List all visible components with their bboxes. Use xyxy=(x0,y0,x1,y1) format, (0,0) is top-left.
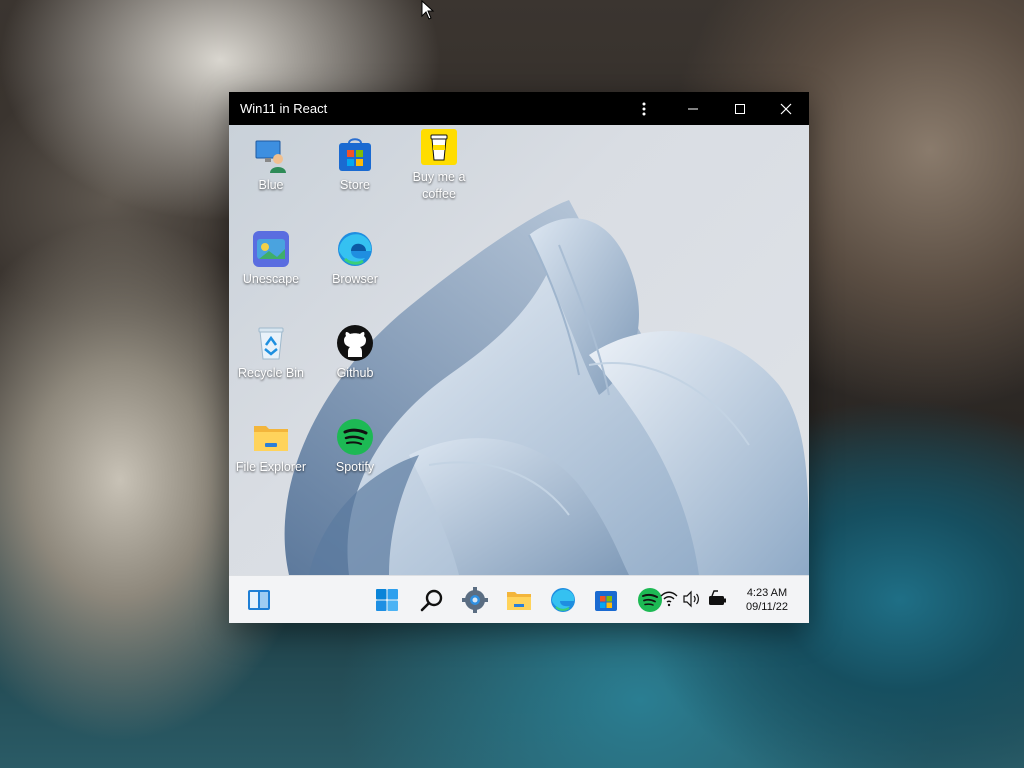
blue-user-icon xyxy=(255,140,286,173)
app-window: Win11 in React Blue Unescape Recycle Bin… xyxy=(229,92,809,623)
desktop-icon-label: Recycle Bin xyxy=(238,366,304,380)
maximize-icon xyxy=(735,103,745,114)
edge-browser-icon xyxy=(338,232,372,266)
coffee-icon xyxy=(421,129,457,165)
settings-icon xyxy=(462,587,488,613)
desktop-icon-spotify[interactable]: Spotify xyxy=(315,417,395,476)
wifi-icon xyxy=(660,591,678,607)
store-button[interactable] xyxy=(592,586,620,614)
store-icon xyxy=(595,591,617,611)
folder-icon xyxy=(254,426,288,451)
wifi-button[interactable] xyxy=(659,588,679,610)
settings-button[interactable] xyxy=(461,586,489,614)
volume-icon xyxy=(683,590,699,608)
taskbar-clock[interactable]: 4:23 AM 09/11/22 xyxy=(733,586,801,614)
start-icon xyxy=(376,589,398,611)
desktop-area[interactable]: Blue Unescape Recycle Bin File Explorer … xyxy=(229,125,809,575)
search-icon xyxy=(420,589,443,612)
kebab-menu-icon xyxy=(642,102,646,115)
store-icon xyxy=(339,138,371,171)
widgets-icon xyxy=(248,590,270,610)
desktop-icon-recycle-bin[interactable]: Recycle Bin xyxy=(231,323,311,382)
desktop-icon-label: Github xyxy=(336,366,374,380)
more-options-button[interactable] xyxy=(624,92,664,125)
desktop-icon-browser[interactable]: Browser xyxy=(315,229,395,288)
battery-button[interactable] xyxy=(706,588,728,610)
desktop-icon-label: Browser xyxy=(332,272,378,286)
window-titlebar[interactable]: Win11 in React xyxy=(229,92,809,125)
clock-date: 09/11/22 xyxy=(745,601,788,613)
taskbar: 4:23 AM 09/11/22 xyxy=(229,575,809,623)
desktop-icon-unescape[interactable]: Unescape xyxy=(231,229,311,288)
widgets-button[interactable] xyxy=(245,586,273,614)
close-button[interactable] xyxy=(766,92,806,125)
spotify-icon xyxy=(337,419,373,455)
desktop-icon-store[interactable]: Store xyxy=(315,135,395,194)
mouse-cursor-icon xyxy=(421,0,435,20)
file-explorer-button[interactable] xyxy=(505,586,533,614)
file-explorer-icon xyxy=(507,592,531,610)
desktop-icon-label: Spotify xyxy=(335,460,375,474)
clock-time: 4:23 AM xyxy=(746,587,788,599)
desktop-icon-label: File Explorer xyxy=(235,460,307,474)
minimize-icon xyxy=(688,108,698,109)
desktop-icon-blue[interactable]: Blue xyxy=(231,135,311,194)
desktop-icon-label: Store xyxy=(340,178,370,192)
recycle-bin-icon xyxy=(258,327,284,360)
battery-icon xyxy=(709,590,726,605)
start-button[interactable] xyxy=(373,586,401,614)
volume-button[interactable] xyxy=(682,588,702,610)
maximize-button[interactable] xyxy=(720,92,760,125)
github-icon xyxy=(337,325,373,361)
desktop-icon-buy-me-a-coffee[interactable]: Buy me a coffee xyxy=(399,127,479,203)
desktop-icon-github[interactable]: Github xyxy=(315,323,395,382)
edge-icon xyxy=(551,588,575,612)
desktop-icon-label: Buy me a coffee xyxy=(412,170,466,201)
close-icon xyxy=(780,103,792,114)
search-button[interactable] xyxy=(418,586,446,614)
desktop-icon-file-explorer[interactable]: File Explorer xyxy=(231,417,311,476)
desktop-icon-label: Unescape xyxy=(242,272,300,286)
window-title: Win11 in React xyxy=(240,101,328,116)
edge-button[interactable] xyxy=(549,586,577,614)
unescape-icon xyxy=(253,231,289,267)
minimize-button[interactable] xyxy=(673,92,713,125)
desktop-icon-label: Blue xyxy=(258,178,284,192)
